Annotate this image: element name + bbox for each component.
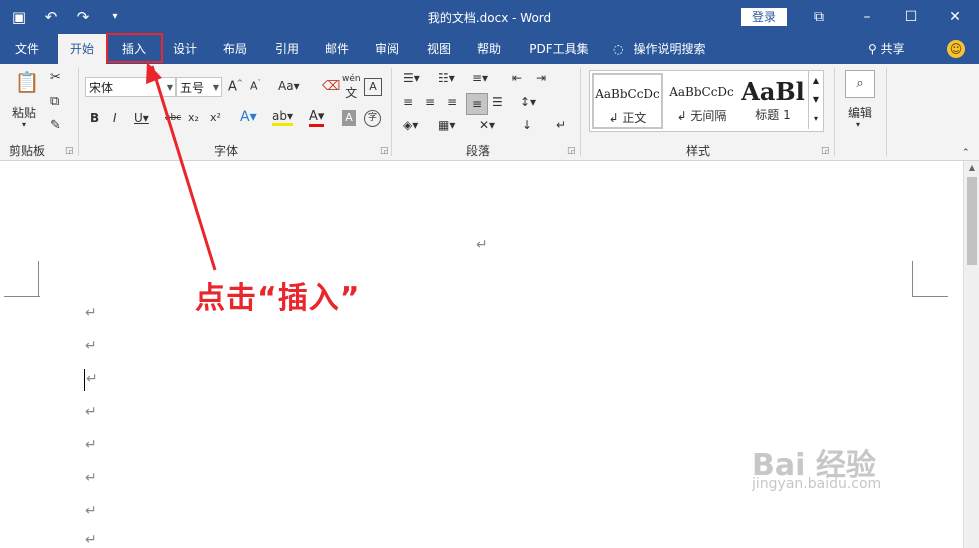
baidu-watermark: Bai 经验 jingyan.baidu.com — [752, 440, 881, 492]
annotation-text: 点击“插入” — [195, 281, 361, 316]
watermark-url: jingyan.baidu.com — [752, 476, 882, 492]
